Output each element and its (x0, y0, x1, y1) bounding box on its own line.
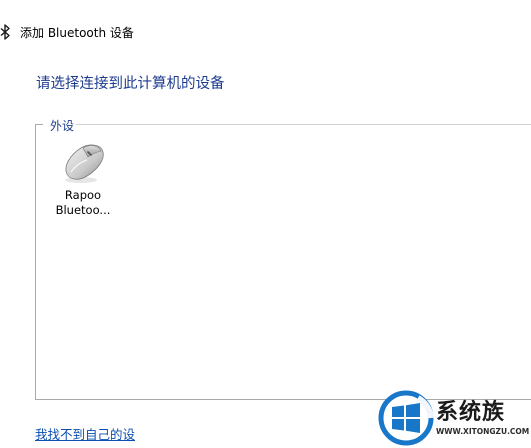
mouse-icon (65, 144, 104, 183)
watermark-brand: 系统族 (436, 400, 506, 425)
cant-find-device-link[interactable]: 我找不到自己的设 (35, 424, 135, 443)
window-title: 添加 Bluetooth 设备 (20, 25, 134, 40)
watermark-text: 系统族 WWW.XITONGZU.COM (436, 399, 529, 437)
watermark: 系统族 WWW.XITONGZU.COM (378, 388, 531, 448)
bluetooth-icon (0, 24, 10, 40)
group-border-corner (35, 124, 43, 125)
device-name: Rapoo Bluetoo... (50, 188, 116, 218)
group-label: 外设 (48, 117, 77, 134)
group-border-top (75, 124, 531, 125)
device-name-line2: Bluetoo... (55, 203, 111, 217)
device-tile[interactable]: Rapoo Bluetoo... (50, 140, 116, 218)
instruction-heading: 请选择连接到此计算机的设备 (36, 76, 225, 92)
watermark-url: WWW.XITONGZU.COM (436, 427, 530, 436)
title-bar: 添加 Bluetooth 设备 (0, 20, 134, 44)
device-name-line1: Rapoo (64, 188, 102, 202)
windows-logo-icon (378, 390, 434, 446)
